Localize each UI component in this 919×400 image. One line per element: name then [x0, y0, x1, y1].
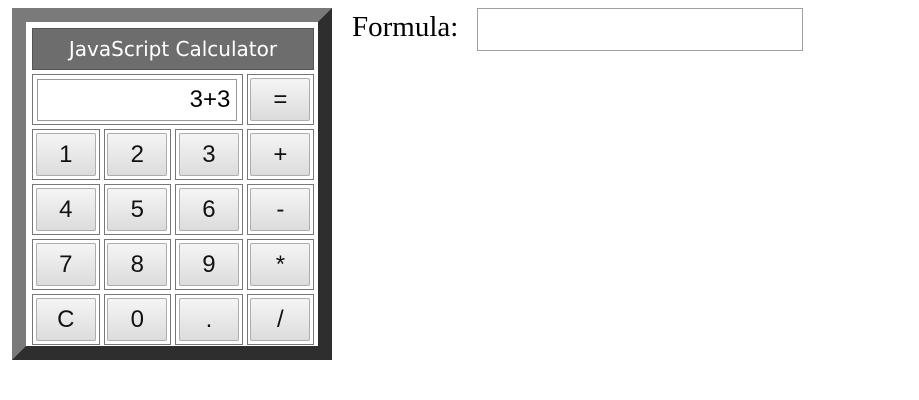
- equals-button[interactable]: =: [250, 78, 311, 121]
- key-cell: .: [175, 294, 243, 345]
- calculator-frame: JavaScript Calculator 3+3 = 1 2 3 + 4 5 …: [12, 8, 332, 360]
- key-cell: C: [32, 294, 100, 345]
- key-1-button[interactable]: 1: [35, 133, 96, 176]
- key-2-button[interactable]: 2: [107, 133, 168, 176]
- key-cell: 6: [175, 184, 243, 235]
- clear-button[interactable]: C: [35, 298, 96, 341]
- key-cell: 8: [103, 239, 172, 290]
- key-4-button[interactable]: 4: [35, 188, 96, 231]
- key-cell: 7: [32, 239, 100, 290]
- key-cell: 5: [103, 184, 172, 235]
- key-cell: -: [246, 184, 314, 235]
- divide-button[interactable]: /: [250, 298, 311, 341]
- calculator-title: JavaScript Calculator: [32, 28, 314, 70]
- calculator-table: JavaScript Calculator 3+3 = 1 2 3 + 4 5 …: [28, 24, 318, 349]
- key-cell: 1: [32, 129, 100, 180]
- key-cell: 3: [175, 129, 243, 180]
- key-cell: 4: [32, 184, 100, 235]
- key-cell: +: [246, 129, 314, 180]
- display-cell: 3+3: [32, 74, 243, 125]
- key-cell: 2: [103, 129, 172, 180]
- key-0-button[interactable]: 0: [107, 298, 168, 341]
- formula-label: Formula:: [352, 11, 459, 43]
- key-7-button[interactable]: 7: [35, 243, 96, 286]
- key-cell: 0: [103, 294, 172, 345]
- calculator-display[interactable]: 3+3: [37, 78, 238, 121]
- key-cell: /: [246, 294, 314, 345]
- key-cell: *: [246, 239, 314, 290]
- key-8-button[interactable]: 8: [107, 243, 168, 286]
- plus-button[interactable]: +: [250, 133, 311, 176]
- key-3-button[interactable]: 3: [178, 133, 239, 176]
- key-5-button[interactable]: 5: [107, 188, 168, 231]
- decimal-button[interactable]: .: [178, 298, 239, 341]
- formula-input[interactable]: [477, 8, 803, 51]
- multiply-button[interactable]: *: [250, 243, 311, 286]
- key-cell-equals: =: [246, 74, 314, 125]
- key-6-button[interactable]: 6: [178, 188, 239, 231]
- minus-button[interactable]: -: [250, 188, 311, 231]
- key-9-button[interactable]: 9: [178, 243, 239, 286]
- key-cell: 9: [175, 239, 243, 290]
